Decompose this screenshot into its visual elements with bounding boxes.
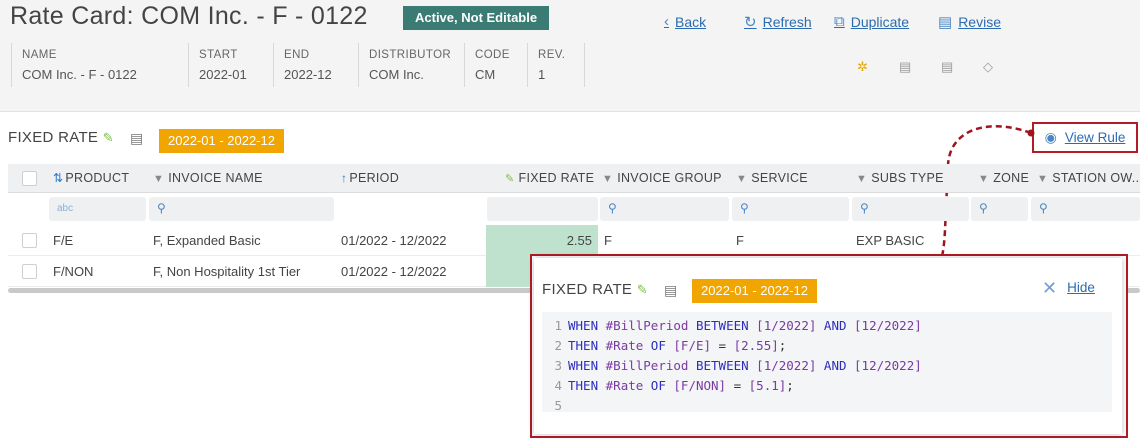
code-token: OF [643, 378, 674, 393]
search-icon: ⚲ [608, 201, 617, 215]
line-number: 3 [554, 358, 562, 373]
filter-row: abc ⚲ ⚲ ⚲ ⚲ ⚲ ⚲ [8, 193, 1140, 227]
code-line[interactable]: 5 [542, 398, 568, 418]
abc-filter-icon: abc [57, 203, 74, 214]
pencil-icon[interactable]: ✎ [637, 282, 648, 297]
code-token: #BillPeriod [605, 318, 689, 333]
code-token: BETWEEN [688, 358, 757, 373]
code-line[interactable]: 1 WHEN #BillPeriod BETWEEN [1/2022] AND [… [542, 318, 922, 338]
code-token: [1/2022] [756, 318, 817, 333]
code-token: ; [778, 338, 787, 353]
rule-code-editor[interactable]: 1 WHEN #BillPeriod BETWEEN [1/2022] AND [… [542, 312, 1112, 413]
search-icon: ⚲ [740, 201, 749, 215]
station-owner-filter-input[interactable]: ⚲ [1031, 197, 1140, 221]
column-header-invoice-group[interactable]: ▼ INVOICE GROUP [602, 171, 722, 185]
document-icon[interactable]: ▤ [664, 282, 677, 299]
line-number: 5 [554, 398, 562, 413]
code-token: [1/2022] [756, 358, 817, 373]
code-line[interactable]: 2 THEN #Rate OF [F/E] = [2.55]; [542, 338, 786, 358]
column-header-service[interactable]: ▼ SERVICE [736, 171, 808, 185]
code-token: BETWEEN [688, 318, 757, 333]
code-token: AND [816, 318, 855, 333]
zone-filter-input[interactable]: ⚲ [971, 197, 1028, 221]
code-token: [12/2022] [854, 318, 922, 333]
code-token: #Rate [605, 378, 644, 393]
product-filter-input[interactable]: abc [49, 197, 146, 221]
service-filter-input[interactable]: ⚲ [732, 197, 849, 221]
table-row[interactable]: F/E F, Expanded Basic 01/2022 - 12/2022 … [8, 225, 1140, 256]
fixed-rate-filter-input[interactable] [487, 197, 598, 221]
pencil-icon: ✎ [505, 173, 515, 185]
rule-popup-highlight: FIXED RATE ✎ ▤ 2022-01 - 2022-12 ✕ Hide … [530, 254, 1128, 438]
code-token: ; [786, 378, 794, 393]
invoice-name-filter-input[interactable]: ⚲ [149, 197, 334, 221]
code-token: WHEN [568, 358, 606, 373]
line-number: 1 [554, 318, 562, 333]
code-token: [2.55] [733, 338, 779, 353]
subs-type-filter-input[interactable]: ⚲ [852, 197, 969, 221]
code-token: [12/2022] [854, 358, 922, 373]
invoice-group-filter-input[interactable]: ⚲ [600, 197, 729, 221]
code-token: THEN [568, 378, 606, 393]
code-token: [5.1] [748, 378, 787, 393]
column-header-station-owner[interactable]: ▼ STATION OW... [1037, 171, 1140, 185]
code-token: OF [643, 338, 674, 353]
select-all-checkbox[interactable] [22, 171, 37, 186]
close-icon: ✕ [1042, 277, 1058, 298]
line-number: 2 [554, 338, 562, 353]
popup-title: FIXED RATE ✎ [542, 281, 648, 298]
hide-button[interactable]: ✕ Hide [1042, 277, 1095, 298]
code-token: THEN [568, 338, 606, 353]
code-token: AND [816, 358, 855, 373]
code-token: [F/E] [673, 338, 712, 353]
filter-icon: ▼ [153, 173, 165, 185]
row-checkbox[interactable] [22, 233, 37, 248]
code-token: #Rate [605, 338, 644, 353]
line-number: 4 [554, 378, 562, 393]
search-icon: ⚲ [860, 201, 869, 215]
rule-popup: FIXED RATE ✎ ▤ 2022-01 - 2022-12 ✕ Hide … [534, 258, 1122, 434]
column-header-subs-type[interactable]: ▼ SUBS TYPE [856, 171, 944, 185]
code-line[interactable]: 4 THEN #Rate OF [F/NON] = [5.1]; [542, 378, 794, 398]
search-icon: ⚲ [979, 201, 988, 215]
table-header: ⇅ PRODUCT ▼ INVOICE NAME ↑ PERIOD ✎ FIXED RA… [8, 164, 1140, 193]
column-header-zone[interactable]: ▼ ZONE [978, 171, 1029, 185]
filter-icon: ▼ [602, 173, 614, 185]
search-icon: ⚲ [1039, 201, 1048, 215]
code-token: WHEN [568, 318, 606, 333]
code-token: #BillPeriod [605, 358, 689, 373]
code-token: = [726, 378, 749, 393]
popup-period-badge: 2022-01 - 2022-12 [692, 279, 817, 303]
column-header-product[interactable]: ⇅ PRODUCT [53, 171, 129, 185]
code-line[interactable]: 3 WHEN #BillPeriod BETWEEN [1/2022] AND [… [542, 358, 922, 378]
code-token: = [711, 338, 734, 353]
filter-icon: ▼ [856, 173, 868, 185]
search-icon: ⚲ [157, 201, 166, 215]
column-header-period[interactable]: ↑ PERIOD [341, 171, 399, 185]
filter-icon: ▼ [736, 173, 748, 185]
filter-icon: ▼ [978, 173, 990, 185]
filter-icon: ▼ [1037, 173, 1049, 185]
code-token: [F/NON] [673, 378, 727, 393]
column-header-invoice-name[interactable]: ▼ INVOICE NAME [153, 171, 263, 185]
column-header-fixed-rate[interactable]: ✎ FIXED RATE [505, 171, 594, 185]
row-checkbox[interactable] [22, 264, 37, 279]
